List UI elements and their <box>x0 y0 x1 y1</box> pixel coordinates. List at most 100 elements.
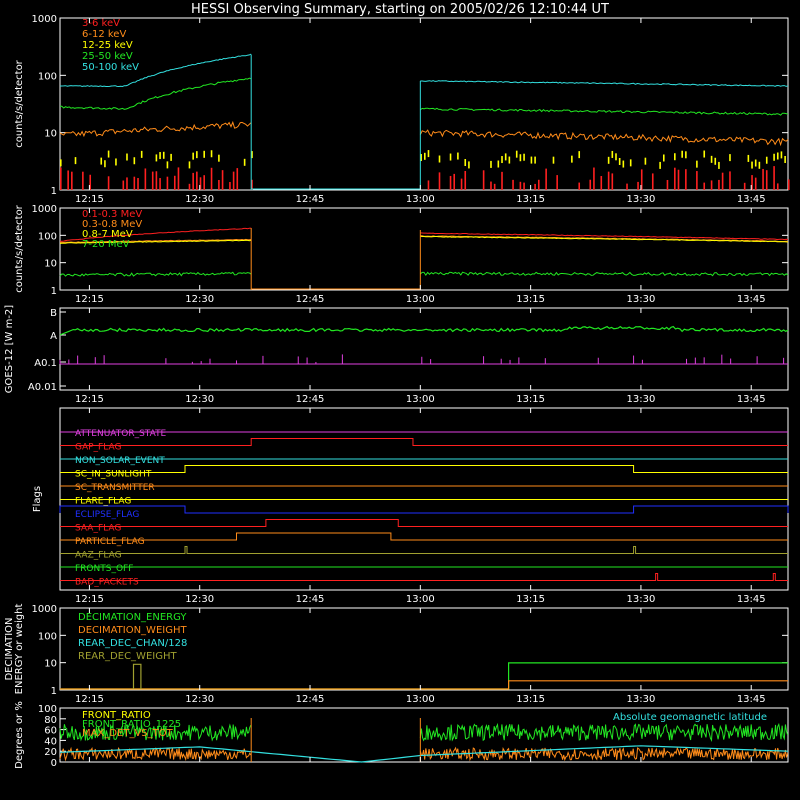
low-energy-bar <box>677 169 680 190</box>
mid-energy-bar <box>685 151 687 159</box>
y-tick-label: 1000 <box>32 604 57 615</box>
mid-energy-bar <box>468 161 470 169</box>
flag-saa-flag-label: SAA_FLAG <box>75 524 121 534</box>
flag-gap-flag-line <box>60 438 788 446</box>
x-tick-label: 13:00 <box>406 694 435 705</box>
mid-energy-bar <box>751 161 753 169</box>
series-goes-long <box>59 325 789 336</box>
low-energy-bar <box>685 169 687 190</box>
mid-energy-bar <box>107 150 110 158</box>
flag-eclipse-flag-label: ECLIPSE_FLAG <box>75 510 139 520</box>
x-tick-label: 13:45 <box>737 194 766 205</box>
x-tick-label: 13:45 <box>737 294 766 305</box>
legend-entry-rear-dec-chan-128: REAR_DEC_CHAN/128 <box>78 638 187 649</box>
mid-energy-bar <box>100 157 103 165</box>
low-energy-bar <box>60 167 62 190</box>
mid-energy-bar <box>243 158 246 166</box>
y-tick-label: 100 <box>38 231 57 242</box>
low-energy-bar <box>651 173 654 190</box>
mid-energy-bar <box>662 154 665 162</box>
y-tick-label: 40 <box>44 736 57 747</box>
y-tick-label: 10 <box>44 259 57 270</box>
x-tick-label: 13:30 <box>627 694 656 705</box>
mid-energy-bar <box>747 154 750 162</box>
panel-ratios: 020406080100Degrees or % FRONT_RATIOFRONT… <box>14 701 789 769</box>
mid-energy-bar <box>629 159 632 167</box>
plot-frame <box>59 307 789 391</box>
flag-attenuator-state-label: ATTENUATOR_STATE <box>75 429 167 439</box>
flag-eclipse-flag-line <box>59 505 789 514</box>
low-energy-bar <box>578 182 581 190</box>
low-energy-bar <box>126 177 128 190</box>
mid-energy-bar <box>427 150 430 158</box>
low-energy-bar <box>67 170 69 190</box>
series-7-20-mev <box>59 271 789 277</box>
mid-energy-bar <box>497 160 500 168</box>
x-tick-label: 13:15 <box>516 294 545 305</box>
low-energy-bar <box>729 171 731 190</box>
series-rear-dec-weight <box>132 663 142 689</box>
low-energy-bar <box>600 176 603 190</box>
mid-energy-bar <box>162 151 165 159</box>
x-tick-label: 13:00 <box>406 194 435 205</box>
mid-energy-bar <box>170 153 172 161</box>
mid-energy-bar <box>508 156 511 164</box>
mid-energy-bar <box>490 160 492 168</box>
low-energy-bar <box>754 177 757 190</box>
y-tick-label: 60 <box>44 726 57 737</box>
mid-energy-bar <box>765 156 768 164</box>
low-energy-bar <box>236 168 239 190</box>
mid-energy-bar <box>155 154 158 162</box>
low-energy-bar <box>501 171 503 190</box>
legend-entry-3-6-kev: 3-6 keV <box>82 18 120 29</box>
low-energy-bar <box>166 176 169 190</box>
mid-energy-bar <box>515 150 518 158</box>
flag-sc-in-sunlight-label: SC_IN_SUNLIGHT <box>75 470 152 480</box>
low-energy-bar <box>666 179 669 190</box>
low-energy-bar <box>137 178 139 190</box>
mid-energy-bar <box>552 156 555 164</box>
series-decimation-weight <box>60 680 788 690</box>
series-max-det-vs-tot <box>59 746 789 762</box>
mid-energy-bar <box>104 160 106 168</box>
mid-energy-bar <box>780 151 783 159</box>
x-tick-label: 12:45 <box>296 594 325 605</box>
mid-energy-bar <box>618 157 621 165</box>
flag-bad-packets-label: BAD_PACKETS <box>75 578 139 588</box>
panel-flags: Flags ATTENUATOR_STATE GAP_FLAG NON_SOLAR_E… <box>32 407 789 605</box>
low-energy-bar <box>449 175 452 190</box>
mid-energy-bar <box>523 153 525 161</box>
y-tick-label: 20 <box>44 747 57 758</box>
low-energy-bar <box>721 172 724 190</box>
low-energy-bar <box>229 182 231 190</box>
mid-energy-bar <box>530 156 533 164</box>
mid-energy-bar <box>203 150 205 158</box>
low-energy-bar <box>144 168 147 190</box>
flag-saa-flag-line <box>60 519 788 527</box>
legend-entry-decimation-energy: DECIMATION_ENERGY <box>78 612 187 623</box>
y-tick-label: 1000 <box>32 204 57 215</box>
hessi-summary-chart: HESSI Observing Summary, starting on 200… <box>4 2 790 769</box>
low-energy-bar <box>460 178 463 190</box>
y-tick-label: A0.01 <box>28 382 57 393</box>
low-energy-bar <box>155 171 158 190</box>
low-energy-bar <box>534 183 536 190</box>
x-tick-label: 12:15 <box>75 694 104 705</box>
panel-decimation: 1101001000DECIMATION ENERGY or weight DECI… <box>4 604 789 705</box>
flag-gap-flag-label: GAP_FLAG <box>75 443 121 453</box>
mid-energy-bar <box>188 161 191 169</box>
mid-energy-bar <box>218 154 220 162</box>
x-tick-label: 13:15 <box>516 694 545 705</box>
mid-energy-bar <box>696 160 698 168</box>
low-energy-bar <box>703 182 706 190</box>
low-energy-bar <box>107 176 110 190</box>
low-energy-bar <box>151 171 154 190</box>
flag-flare-flag-label: FLARE_FLAG <box>75 497 131 507</box>
y-tick-label: 1 <box>51 686 57 697</box>
legend-entry-12-25-kev: 12-25 keV <box>82 40 133 51</box>
low-energy-bar <box>133 176 136 190</box>
x-tick-label: 13:30 <box>627 294 656 305</box>
mid-energy-bar <box>192 152 194 160</box>
flag-non-solar-event-label: NON_SOLAR_EVENT <box>75 456 165 466</box>
mid-energy-bar <box>438 155 441 163</box>
